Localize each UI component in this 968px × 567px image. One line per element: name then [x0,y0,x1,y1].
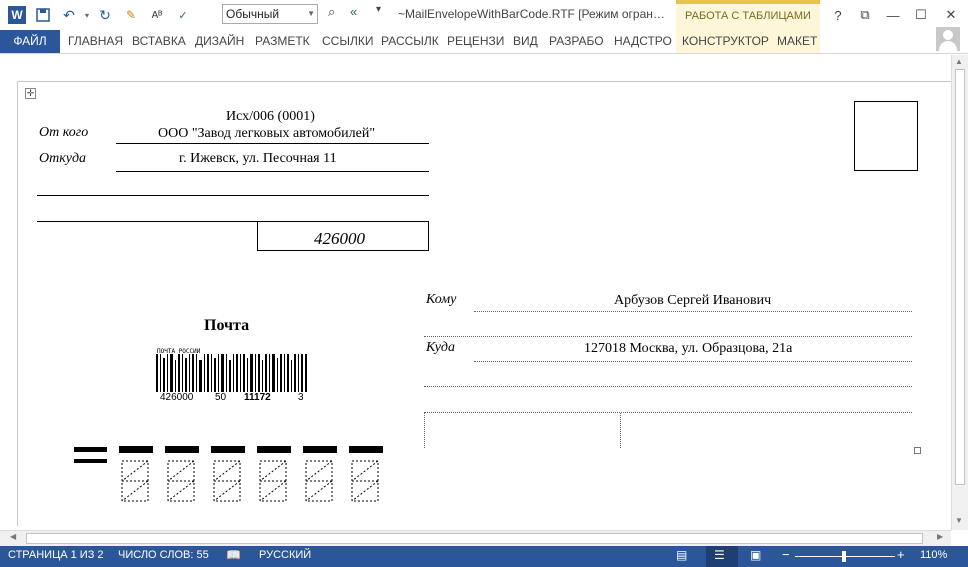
document-page[interactable]: ✛ Исх/006 (0001) От кого ООО "Завод легк… [17,81,961,526]
close-button[interactable]: ✕ [936,0,966,30]
from-address-value[interactable]: г. Ижевск, ул. Песочная 11 [179,151,337,167]
tab-references[interactable]: ССЫЛКИ [316,30,379,53]
title-bar: W ↶ ▾ ↻ ✎ Aᴮ ✓ Обычный ▼ ⌕ « ▾ ~MailEnve… [0,0,968,30]
zoom-out-button[interactable]: − [782,547,790,562]
ribbon-display-options-button[interactable]: ⧉ [850,0,880,30]
tab-review[interactable]: РЕЦЕНЗИ [441,30,510,53]
horizontal-scroll-thumb[interactable] [26,533,923,544]
proofing-icon[interactable]: 📖 [226,548,241,562]
save-icon[interactable] [30,2,56,28]
barcode-icon [156,354,307,392]
zoom-level[interactable]: 110% [920,549,947,561]
redo-icon[interactable]: ↻ [92,2,118,28]
table-resize-handle-icon[interactable] [914,447,921,454]
chevron-down-icon: ▼ [307,9,315,18]
new-document-icon[interactable]: ✎ [118,2,144,28]
scroll-right-icon[interactable]: ▶ [937,532,943,541]
tab-view[interactable]: ВИД [507,30,544,53]
table-tools-header: РАБОТА С ТАБЛИЦАМИ [676,0,820,30]
maximize-button[interactable]: ☐ [906,0,936,30]
tab-design[interactable]: ДИЗАЙН [189,30,250,53]
word-logo-icon[interactable]: W [8,6,26,24]
zoom-in-button[interactable]: + [897,547,905,562]
back-arrows-icon[interactable]: « [350,4,370,24]
read-mode-icon[interactable]: ▤ [676,548,687,562]
table-move-handle-icon[interactable]: ✛ [25,88,36,99]
to-line-4 [424,386,912,387]
qat-more-icon[interactable]: ▾ [376,4,392,24]
change-case-icon[interactable]: Aᴮ [144,2,170,28]
to-address-underline [474,361,912,362]
from-label: От кого [39,125,89,140]
ribbon-tabs: ФАЙЛ ГЛАВНАЯ ВСТАВКА ДИЗАЙН РАЗМЕТК ССЫЛ… [0,30,968,54]
sender-line-3 [37,195,429,196]
status-bar: СТРАНИЦА 1 ИЗ 2 ЧИСЛО СЛОВ: 55 📖 РУССКИЙ… [0,546,968,567]
scroll-left-icon[interactable]: ◀ [10,532,16,541]
post-label: Почта [204,317,250,334]
to-underline [474,311,912,312]
page-count[interactable]: СТРАНИЦА 1 ИЗ 2 [8,549,104,561]
tab-file[interactable]: ФАЙЛ [0,30,60,53]
from-address-label: Откуда [39,151,87,166]
zoom-slider-thumb[interactable] [842,551,846,562]
sender-index: 426000 [314,229,365,248]
print-preview-icon[interactable]: ⌕ [328,4,348,24]
print-layout-icon[interactable]: ☰ [714,548,725,562]
tab-addins[interactable]: НАДСТРО [608,30,678,53]
spelling-icon[interactable]: ✓ [170,2,196,28]
to-line-2 [424,336,912,337]
vertical-scrollbar[interactable]: ▲ ▼ [951,55,968,530]
help-button[interactable]: ? [823,0,853,30]
style-select[interactable]: Обычный ▼ [222,4,318,24]
document-area: ✛ Исх/006 (0001) От кого ООО "Завод легк… [0,55,968,530]
tab-table-design[interactable]: КОНСТРУКТОР [676,30,771,53]
horizontal-scrollbar[interactable]: ◀ ▶ [0,530,951,546]
avatar[interactable] [936,27,960,51]
tab-layout[interactable]: РАЗМЕТК [249,30,316,53]
to-address-label: Куда [426,340,455,355]
minimize-button[interactable]: — [878,0,908,30]
tab-home[interactable]: ГЛАВНАЯ [62,30,129,53]
barcode-num-3: 3 [298,392,304,403]
quick-access-toolbar: W ↶ ▾ ↻ ✎ Aᴮ ✓ [0,0,196,30]
recipient-index-cell-left[interactable] [424,413,621,448]
undo-icon[interactable]: ↶ [56,2,82,28]
outgoing-number: Исх/006 (0001) [226,109,315,124]
stamp-box [854,101,918,171]
to-label: Кому [426,292,457,307]
tab-mailings[interactable]: РАССЫЛК [375,30,445,53]
tab-insert[interactable]: ВСТАВКА [126,30,192,53]
to-address-value[interactable]: 127018 Москва, ул. Образцова, 21а [584,341,792,357]
web-layout-icon[interactable]: ▣ [750,548,761,562]
from-value[interactable]: ООО "Завод легковых автомобилей" [158,126,375,142]
postcode-sample-bar-1 [74,447,107,452]
undo-dropdown-icon[interactable]: ▾ [82,2,92,28]
to-value[interactable]: Арбузов Сергей Иванович [614,293,771,309]
from-underline [116,143,429,144]
language-indicator[interactable]: РУССКИЙ [259,549,311,561]
vertical-scroll-thumb[interactable] [955,69,965,485]
barcode-index: 426000 [160,392,194,403]
scroll-down-icon[interactable]: ▼ [955,516,963,525]
style-select-value: Обычный [226,7,280,21]
barcode-num-2: 11172 [244,392,271,403]
postcode-sample-bar-2 [74,459,107,463]
scroll-up-icon[interactable]: ▲ [955,57,963,66]
postcode-digit-grid [119,446,383,502]
tab-table-layout[interactable]: МАКЕТ [771,30,820,53]
tab-developer[interactable]: РАЗРАБО [543,30,610,53]
word-count[interactable]: ЧИСЛО СЛОВ: 55 [118,549,209,561]
barcode-num-1: 50 [215,392,227,403]
from-address-underline [116,171,429,172]
document-title: ~MailEnvelopeWithBarCode.RTF [Режим огра… [398,7,665,21]
